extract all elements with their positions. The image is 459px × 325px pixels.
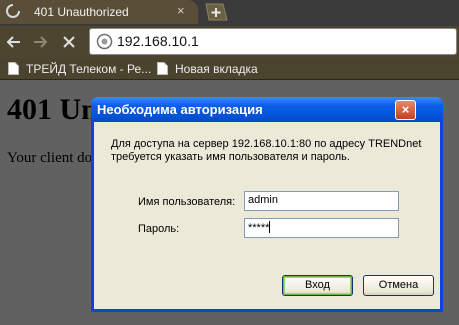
tab-strip: 401 Unauthorized × [0, 0, 459, 26]
page-info-icon[interactable] [96, 33, 113, 50]
stop-icon[interactable] [58, 26, 80, 58]
bookmark-label: ТРЕЙД Телеком - Ре... [26, 62, 152, 76]
password-value: ***** [248, 222, 270, 234]
auth-message-line: требуется указать имя пользователя и пар… [111, 151, 350, 163]
forward-arrow-icon[interactable] [29, 26, 51, 58]
dialog-title: Необходима авторизация [97, 102, 263, 117]
username-label: Имя пользователя: [138, 196, 236, 208]
password-label: Пароль: [138, 223, 180, 235]
bookmarks-bar: ТРЕЙД Телеком - Ре... Новая вкладка [0, 58, 459, 80]
bookmark-item[interactable]: Новая вкладка [157, 61, 258, 77]
bookmark-label: Новая вкладка [175, 62, 258, 76]
username-value: admin [248, 194, 278, 206]
navigation-toolbar: 192.168.10.1 [0, 26, 459, 58]
page-icon [157, 62, 168, 75]
auth-message-line: Для доступа на сервер 192.168.10.1:80 по… [111, 138, 422, 150]
password-field[interactable]: ***** [244, 218, 399, 238]
browser-tab[interactable]: 401 Unauthorized × [0, 0, 198, 24]
tab-close-icon[interactable]: × [177, 3, 185, 19]
text-caret [269, 221, 271, 233]
url-text[interactable]: 192.168.10.1 [117, 33, 199, 49]
tab-title: 401 Unauthorized [34, 5, 129, 19]
page-heading: 401 Un [7, 93, 98, 126]
page-icon [8, 62, 19, 75]
dialog-titlebar[interactable]: Необходима авторизация × [91, 97, 443, 122]
page-body-text: Your client do [7, 150, 93, 166]
username-field[interactable]: admin [244, 191, 399, 211]
back-arrow-icon[interactable] [3, 26, 25, 58]
bookmark-item[interactable]: ТРЕЙД Телеком - Ре... [8, 61, 152, 77]
close-icon[interactable]: × [395, 100, 416, 120]
login-button[interactable]: Вход [282, 275, 353, 296]
auth-message: Для доступа на сервер 192.168.10.1:80 по… [111, 138, 431, 164]
cancel-button[interactable]: Отмена [363, 275, 434, 296]
address-bar[interactable]: 192.168.10.1 [89, 28, 457, 55]
new-tab-button[interactable] [203, 2, 229, 22]
loading-spinner-icon [6, 4, 20, 18]
auth-dialog: Необходима авторизация × Для доступа на … [91, 97, 443, 312]
